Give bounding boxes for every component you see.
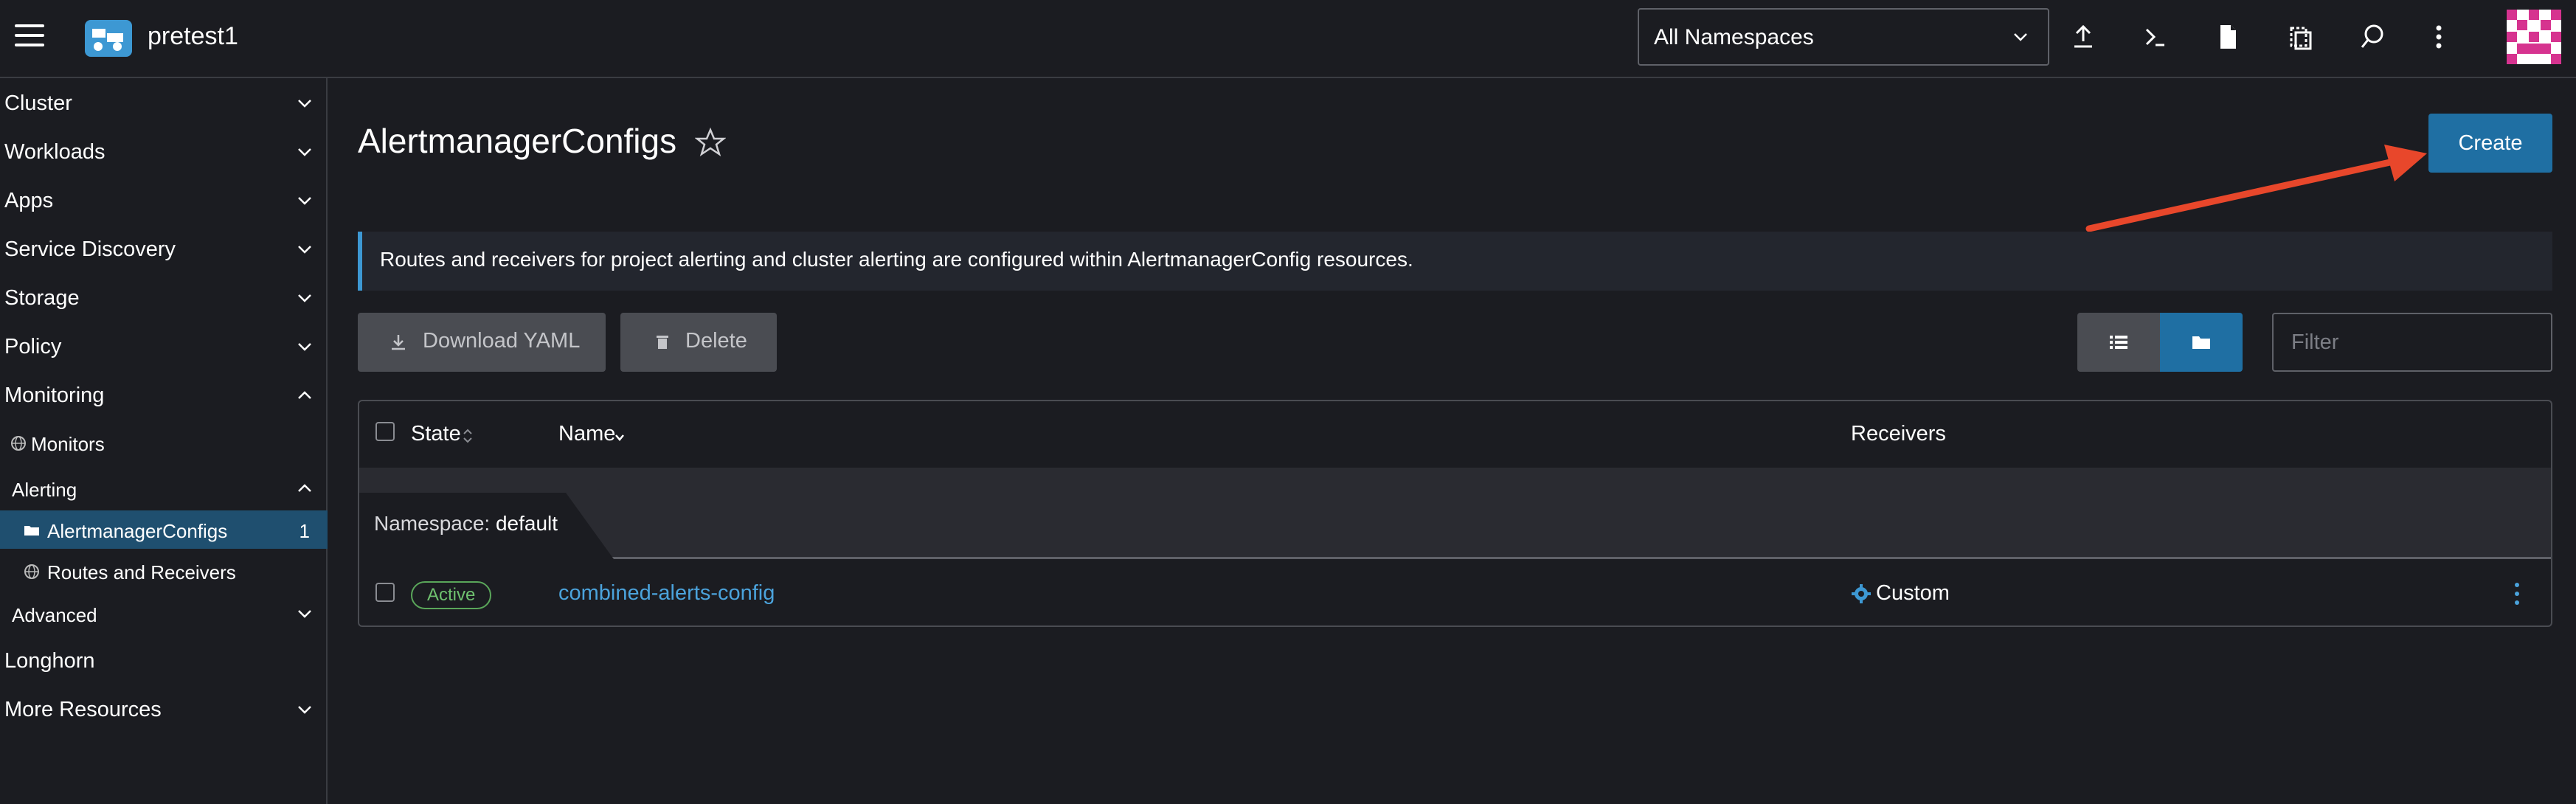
group-value: default (495, 512, 558, 535)
chevron-up-icon (298, 391, 311, 399)
sidebar-item-label: Cluster (4, 91, 72, 115)
sidebar-item-monitors[interactable]: Monitors (0, 423, 328, 462)
sidebar-item-label: Apps (4, 189, 54, 212)
copy-icon[interactable] (2284, 21, 2316, 53)
chevron-up-icon (298, 484, 311, 492)
download-icon (392, 335, 405, 350)
chevron-down-icon (2014, 33, 2027, 41)
page-title: AlertmanagerConfigs (358, 122, 677, 160)
delete-button[interactable]: Delete (620, 313, 777, 372)
folder-icon (2192, 336, 2210, 349)
chevron-down-icon (298, 294, 311, 302)
namespace-select-value: All Namespaces (1654, 25, 1814, 49)
sort-down-icon[interactable] (613, 426, 626, 446)
resource-table: State Name Receivers Namespace: default … (358, 400, 2552, 627)
group-label: Namespace: default (374, 512, 558, 536)
button-label: Delete (685, 329, 747, 353)
cluster-icon[interactable] (85, 20, 132, 57)
column-header-state[interactable]: State (411, 422, 461, 446)
sort-icon[interactable] (461, 426, 474, 446)
sidebar-item-label: Monitors (31, 433, 105, 455)
more-vertical-icon[interactable] (2423, 21, 2455, 53)
sidebar-item-label: Workloads (4, 140, 105, 164)
sidebar-item-policy[interactable]: Policy (0, 325, 328, 369)
sidebar-item-service-discovery[interactable]: Service Discovery (0, 227, 328, 271)
terminal-icon[interactable] (2139, 21, 2172, 53)
receiver-value: Custom (1876, 581, 1950, 605)
top-header: pretest1 All Namespaces (0, 0, 2576, 78)
star-icon[interactable] (695, 127, 726, 158)
sidebar-item-cluster[interactable]: Cluster (0, 81, 328, 125)
avatar[interactable] (2507, 10, 2561, 64)
sidebar-item-label: Alerting (12, 479, 77, 501)
sidebar-item-advanced[interactable]: Advanced (0, 595, 328, 633)
sidebar-item-storage[interactable]: Storage (0, 276, 328, 320)
column-header-receivers: Receivers (1851, 422, 1946, 446)
upload-icon[interactable] (2067, 21, 2099, 53)
sidebar-item-routes-and-receivers[interactable]: Routes and Receivers (0, 552, 328, 590)
globe-icon (24, 564, 39, 579)
banner-text: Routes and receivers for project alertin… (380, 248, 1413, 271)
filter-input[interactable] (2272, 313, 2552, 372)
chevron-down-icon (298, 610, 311, 618)
sidebar-item-longhorn[interactable]: Longhorn (0, 639, 328, 683)
menu-icon[interactable] (15, 24, 44, 49)
item-count: 1 (299, 520, 310, 542)
chevron-down-icon (298, 100, 311, 108)
sidebar-item-more-resources[interactable]: More Resources (0, 687, 328, 732)
namespace-select[interactable]: All Namespaces (1638, 8, 2049, 66)
sidebar-item-alerting[interactable]: Alerting (0, 469, 328, 507)
sidebar-item-apps[interactable]: Apps (0, 179, 328, 223)
list-icon (2110, 336, 2127, 349)
view-toggle (2077, 313, 2243, 372)
sidebar: Cluster Workloads Apps Service Discovery… (0, 78, 328, 804)
select-all-checkbox[interactable] (375, 422, 395, 441)
namespace-group-row: Namespace: default (359, 468, 2551, 559)
sidebar-item-label: Policy (4, 335, 62, 358)
sidebar-item-label: Monitoring (4, 384, 105, 407)
list-view-button[interactable] (2077, 313, 2160, 372)
row-checkbox[interactable] (375, 583, 395, 602)
download-yaml-button[interactable]: Download YAML (358, 313, 606, 372)
folder-icon (24, 526, 39, 536)
sidebar-item-label: More Resources (4, 698, 162, 721)
sidebar-item-label: Service Discovery (4, 238, 176, 261)
resource-name-link[interactable]: combined-alerts-config (558, 581, 775, 606)
chevron-down-icon (298, 197, 311, 205)
sidebar-item-workloads[interactable]: Workloads (0, 130, 328, 174)
globe-icon (11, 436, 26, 451)
status-badge: Active (411, 581, 492, 609)
table-row: Active combined-alerts-config Custom (359, 559, 2551, 625)
sidebar-item-monitoring[interactable]: Monitoring (0, 373, 328, 417)
sidebar-item-label: Storage (4, 286, 80, 310)
trash-icon (657, 336, 668, 349)
chevron-down-icon (298, 706, 311, 714)
column-header-name[interactable]: Name (558, 422, 615, 446)
cluster-name[interactable]: pretest1 (148, 22, 238, 51)
create-button[interactable]: Create (2428, 114, 2552, 173)
sidebar-item-label: AlertmanagerConfigs (47, 520, 228, 542)
chevron-down-icon (298, 148, 311, 156)
search-icon[interactable] (2356, 21, 2389, 53)
sidebar-item-alertmanagerconfigs[interactable]: AlertmanagerConfigs 1 (0, 510, 328, 549)
chevron-down-icon (298, 343, 311, 351)
button-label: Download YAML (423, 329, 581, 353)
gear-icon (1852, 584, 1871, 603)
more-vertical-icon[interactable] (2513, 581, 2521, 606)
group-view-button[interactable] (2160, 313, 2243, 372)
sidebar-item-label: Routes and Receivers (47, 561, 236, 583)
sidebar-item-label: Advanced (12, 604, 97, 626)
info-banner: Routes and receivers for project alertin… (358, 232, 2552, 291)
table-header: State Name Receivers (359, 401, 2551, 468)
file-icon[interactable] (2212, 21, 2244, 53)
chevron-down-icon (298, 246, 311, 254)
sidebar-item-label: Longhorn (4, 649, 95, 673)
group-key: Namespace: (374, 512, 491, 535)
